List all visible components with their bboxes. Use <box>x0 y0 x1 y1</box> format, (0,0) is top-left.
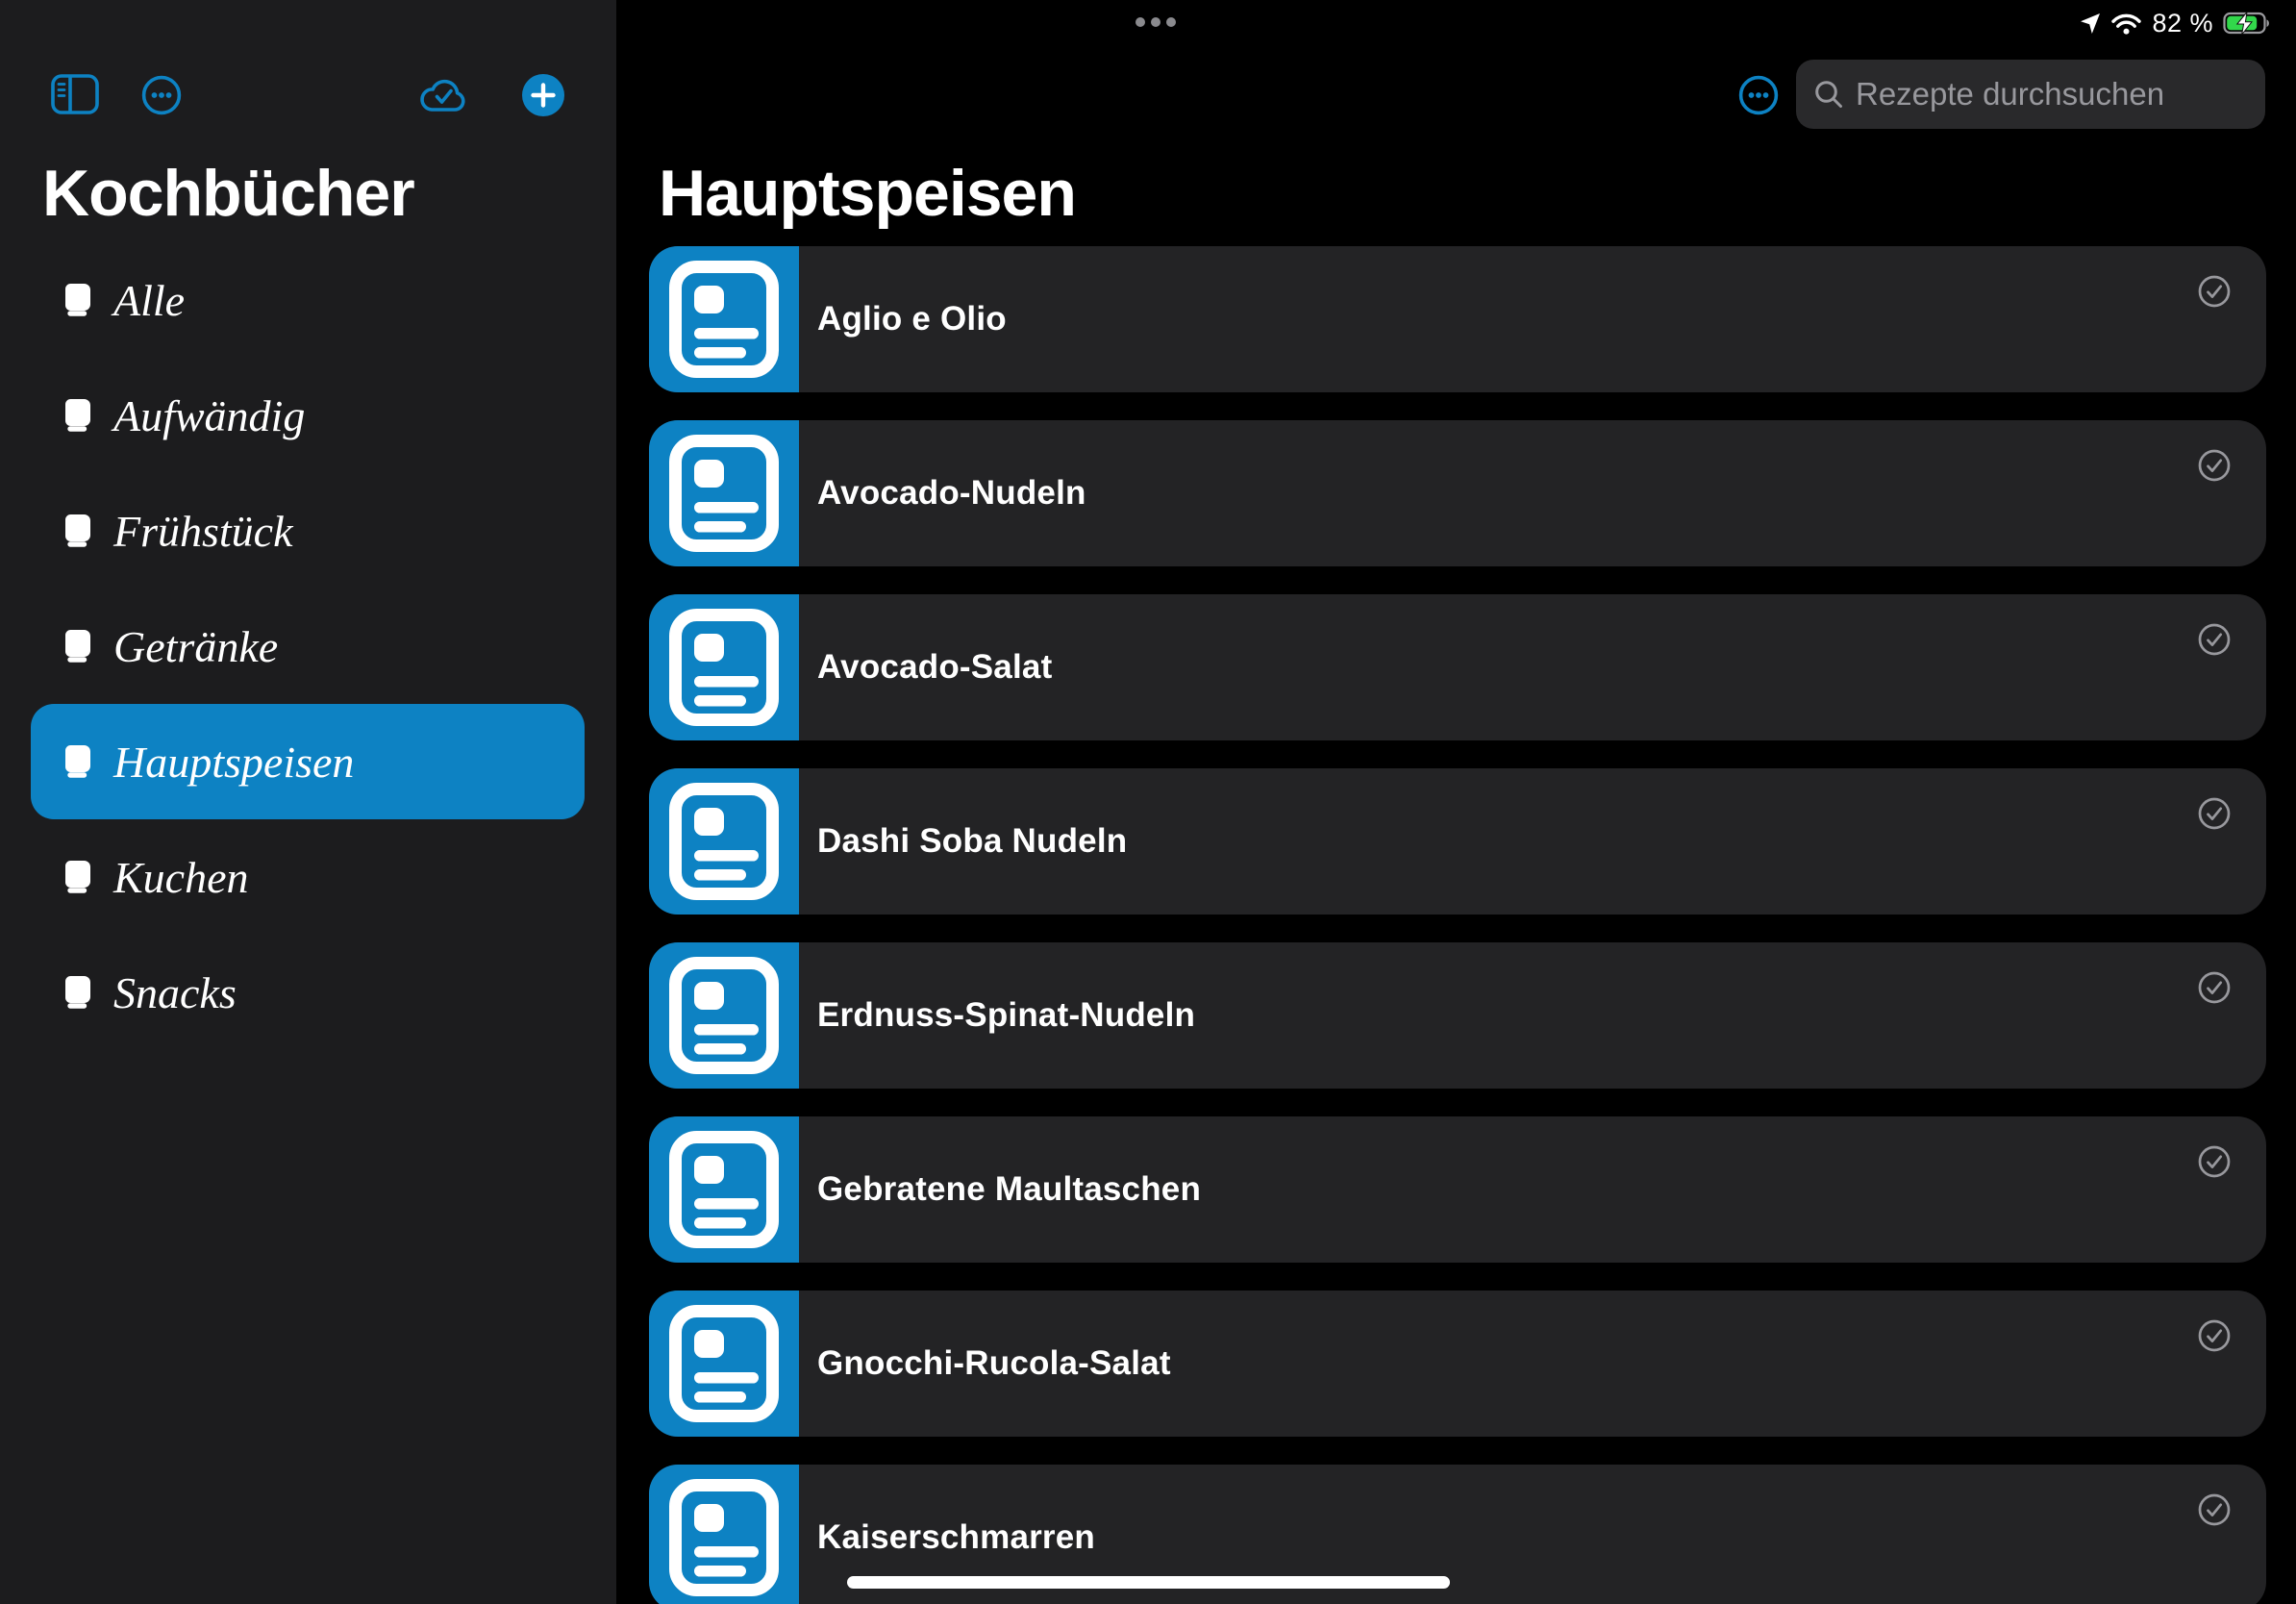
sidebar: Kochbücher Alle Aufwändig Frühstück <box>0 0 616 1604</box>
cloud-check-icon[interactable] <box>417 76 469 116</box>
search-field[interactable] <box>1796 60 2265 129</box>
sidebar-item-label: Kuchen <box>113 852 249 903</box>
recipe-card-icon <box>649 1465 799 1604</box>
status-bar: 82 % <box>2079 7 2271 39</box>
multitask-indicator[interactable] <box>1136 17 1176 27</box>
sidebar-toggle-icon[interactable] <box>51 74 99 114</box>
check-circle-icon[interactable] <box>2198 797 2231 830</box>
recipe-title: Erdnuss-Spinat-Nudeln <box>799 942 1195 1089</box>
sidebar-title: Kochbücher <box>42 156 414 231</box>
book-icon <box>65 514 90 547</box>
wifi-icon <box>2110 12 2142 36</box>
sidebar-item-getränke[interactable]: Getränke <box>31 589 585 704</box>
recipe-card-icon <box>649 420 799 566</box>
sidebar-item-snacks[interactable]: Snacks <box>31 935 585 1050</box>
check-circle-icon[interactable] <box>2198 971 2231 1004</box>
sidebar-item-list: Alle Aufwändig Frühstück Getränke <box>0 242 616 1050</box>
recipe-card-icon <box>649 246 799 392</box>
recipe-title: Dashi Soba Nudeln <box>799 768 1127 915</box>
sidebar-item-kuchen[interactable]: Kuchen <box>31 819 585 935</box>
home-indicator[interactable] <box>847 1576 1450 1589</box>
add-button[interactable] <box>522 74 564 116</box>
sidebar-item-label: Snacks <box>113 967 237 1018</box>
sidebar-item-label: Getränke <box>113 621 278 672</box>
check-circle-icon[interactable] <box>2198 275 2231 308</box>
book-icon <box>65 399 90 432</box>
book-icon <box>65 284 90 316</box>
sidebar-item-label: Hauptspeisen <box>113 737 354 788</box>
recipe-row[interactable]: Avocado-Salat <box>649 594 2266 740</box>
sidebar-item-alle[interactable]: Alle <box>31 242 585 358</box>
sidebar-item-label: Frühstück <box>113 506 293 557</box>
sidebar-item-hauptspeisen[interactable]: Hauptspeisen <box>31 704 585 819</box>
recipe-card-icon <box>649 1291 799 1437</box>
recipe-list: Aglio e Olio Avocado-Nudeln <box>649 246 2266 1604</box>
sidebar-item-aufwändig[interactable]: Aufwändig <box>31 358 585 473</box>
recipe-row[interactable]: Aglio e Olio <box>649 246 2266 392</box>
check-circle-icon[interactable] <box>2198 1145 2231 1178</box>
app-screen: 82 % <box>0 0 2296 1604</box>
more-circle-icon[interactable] <box>140 74 183 116</box>
book-icon <box>65 630 90 663</box>
book-icon <box>65 976 90 1009</box>
recipe-card-icon <box>649 942 799 1089</box>
recipe-row[interactable]: Gnocchi-Rucola-Salat <box>649 1291 2266 1437</box>
recipe-title: Avocado-Salat <box>799 594 1052 740</box>
check-circle-icon[interactable] <box>2198 1319 2231 1352</box>
book-icon <box>65 861 90 893</box>
book-icon <box>65 745 90 778</box>
recipe-card-icon <box>649 1116 799 1263</box>
recipe-title: Avocado-Nudeln <box>799 420 1086 566</box>
search-input[interactable] <box>1854 75 2248 113</box>
location-arrow-icon <box>2079 13 2101 35</box>
battery-charging-icon <box>2223 12 2271 36</box>
recipe-row[interactable]: Erdnuss-Spinat-Nudeln <box>649 942 2266 1089</box>
recipe-card-icon <box>649 594 799 740</box>
sidebar-item-label: Aufwändig <box>113 390 305 441</box>
battery-percent: 82 % <box>2152 9 2213 38</box>
recipe-row[interactable]: Gebratene Maultaschen <box>649 1116 2266 1263</box>
recipe-row[interactable]: Dashi Soba Nudeln <box>649 768 2266 915</box>
check-circle-icon[interactable] <box>2198 449 2231 482</box>
main-more-circle-icon[interactable] <box>1737 74 1780 116</box>
sidebar-item-label: Alle <box>113 275 185 326</box>
recipe-row[interactable]: Avocado-Nudeln <box>649 420 2266 566</box>
check-circle-icon[interactable] <box>2198 623 2231 656</box>
search-icon <box>1813 79 1844 110</box>
check-circle-icon[interactable] <box>2198 1493 2231 1526</box>
recipe-title: Gnocchi-Rucola-Salat <box>799 1291 1171 1437</box>
sidebar-item-frühstück[interactable]: Frühstück <box>31 473 585 589</box>
recipe-title: Gebratene Maultaschen <box>799 1116 1201 1263</box>
recipe-title: Aglio e Olio <box>799 246 1007 392</box>
page-title: Hauptspeisen <box>659 156 1076 231</box>
recipe-card-icon <box>649 768 799 915</box>
